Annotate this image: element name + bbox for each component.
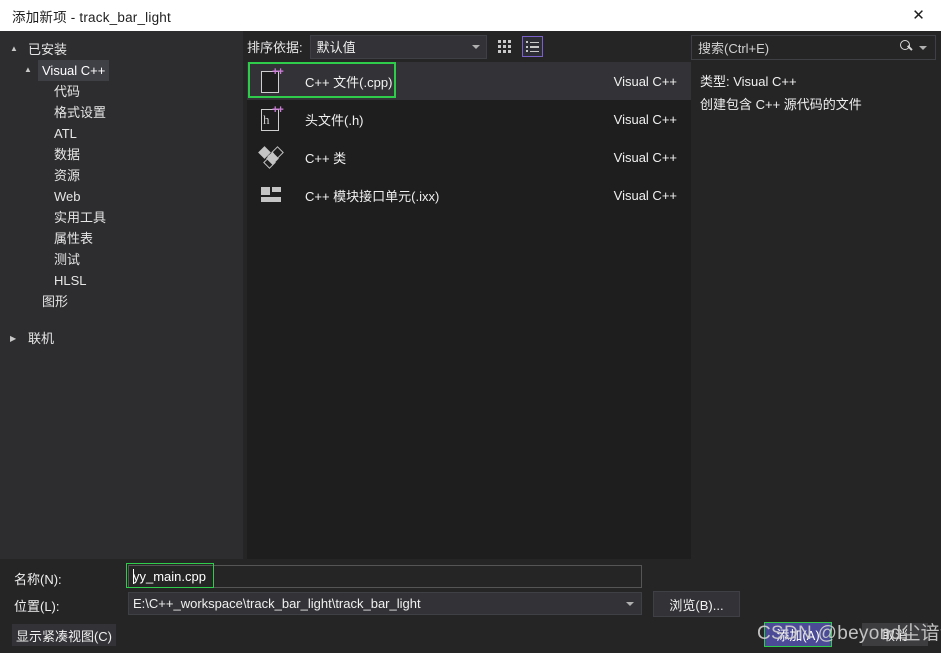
sidebar-item-web[interactable]: Web <box>0 186 243 207</box>
sidebar-item-test[interactable]: 测试 <box>0 249 243 270</box>
name-field-value: yy_main.cpp <box>133 569 206 584</box>
list-item-label: C++ 文件(.cpp) <box>305 74 393 90</box>
sidebar-item-formatting[interactable]: 格式设置 <box>0 102 243 123</box>
sidebar-item-label: 联机 <box>28 331 55 346</box>
sidebar-item-label: 格式设置 <box>54 105 107 120</box>
tree-root-installed[interactable]: ▲ 已安装 <box>0 39 243 60</box>
sidebar-item-label: 数据 <box>54 147 81 162</box>
sidebar-item-code[interactable]: 代码 <box>0 81 243 102</box>
list-item[interactable]: ++ h 头文件(.h) Visual C++ <box>247 100 691 138</box>
sidebar-item-label: Web <box>54 189 81 204</box>
chevron-down-icon[interactable] <box>919 46 927 50</box>
list-item-origin: Visual C++ <box>613 111 677 127</box>
sidebar-item-label: 资源 <box>54 168 81 183</box>
grid-view-icon[interactable] <box>495 37 514 56</box>
cpp-class-icon <box>258 144 285 170</box>
grid-view-glyph <box>497 40 511 53</box>
name-label: 名称(N): <box>14 572 62 587</box>
search-placeholder: 搜索(Ctrl+E) <box>698 41 770 56</box>
sidebar-item-utility[interactable]: 实用工具 <box>0 207 243 228</box>
header-file-icon: ++ h <box>259 105 285 132</box>
installed-tree: ▲ 已安装 ▲ Visual C++ 代码 格式设置 ATL 数据 资源 Web… <box>0 31 243 349</box>
list-view-icon[interactable] <box>521 36 543 57</box>
name-field[interactable]: yy_main.cpp <box>128 565 642 588</box>
sidebar-item-label: 代码 <box>54 84 81 99</box>
chevron-right-icon: ▶ <box>10 334 17 343</box>
text-cursor <box>133 569 134 584</box>
location-value: E:\C++_workspace\track_bar_light\track_b… <box>133 596 421 611</box>
sidebar-item-atl[interactable]: ATL <box>0 123 243 144</box>
cpp-file-icon: ++ <box>259 67 285 94</box>
show-compact-view-button[interactable]: 显示紧凑视图(C) <box>12 624 116 646</box>
details-pane: 类型: Visual C++ 创建包含 C++ 源代码的文件 <box>691 62 941 559</box>
list-item-label: C++ 类 <box>305 150 347 166</box>
chevron-down-icon: ▲ <box>24 65 32 74</box>
list-item-origin: Visual C++ <box>613 73 677 89</box>
chevron-down-icon <box>471 44 480 49</box>
sidebar-item-label: 图形 <box>42 294 69 309</box>
list-item[interactable]: C++ 类 Visual C++ <box>247 138 691 176</box>
sidebar-item-label: 测试 <box>54 252 81 267</box>
close-icon[interactable]: ✕ <box>896 0 941 31</box>
search-input[interactable]: 搜索(Ctrl+E) <box>691 35 936 60</box>
installed-tree-pane: ▲ 已安装 ▲ Visual C++ 代码 格式设置 ATL 数据 资源 Web… <box>0 31 243 559</box>
cancel-button[interactable]: 取消 <box>862 623 928 646</box>
add-button[interactable]: 添加(A) <box>765 623 831 646</box>
browse-button[interactable]: 浏览(B)... <box>653 591 740 617</box>
template-list[interactable]: ++ C++ 文件(.cpp) Visual C++ ++ h 头文件(.h) V… <box>247 62 691 559</box>
sidebar-item-label: HLSL <box>54 273 87 288</box>
sidebar-item-online[interactable]: ▶ 联机 <box>0 328 243 349</box>
tree-root-label: 已安装 <box>28 42 68 57</box>
search-icon <box>900 40 913 53</box>
list-view-glyph <box>525 41 539 52</box>
sidebar-item-graphics[interactable]: 图形 <box>0 291 243 312</box>
sidebar-item-resource[interactable]: 资源 <box>0 165 243 186</box>
list-item[interactable]: ++ C++ 文件(.cpp) Visual C++ <box>247 62 691 100</box>
chevron-down-icon <box>626 601 634 606</box>
list-item[interactable]: C++ 模块接口单元(.ixx) Visual C++ <box>247 176 691 214</box>
detail-type: 类型: Visual C++ <box>700 74 797 89</box>
sidebar-item-label: 属性表 <box>54 231 94 246</box>
sidebar-item-data[interactable]: 数据 <box>0 144 243 165</box>
sort-by-value: 默认值 <box>316 40 356 55</box>
title-bar: 添加新项 - track_bar_light ✕ <box>0 0 941 31</box>
sidebar-item-visual-cpp[interactable]: ▲ Visual C++ <box>0 60 243 81</box>
sidebar-item-hlsl[interactable]: HLSL <box>0 270 243 291</box>
location-label: 位置(L): <box>14 599 60 614</box>
sort-by-dropdown[interactable]: 默认值 <box>309 34 487 59</box>
sort-by-label: 排序依据: <box>247 40 303 55</box>
cpp-module-icon <box>259 182 285 208</box>
sidebar-item-property-sheet[interactable]: 属性表 <box>0 228 243 249</box>
list-item-label: 头文件(.h) <box>305 112 364 128</box>
sidebar-item-label: 实用工具 <box>54 210 107 225</box>
list-item-origin: Visual C++ <box>613 149 677 165</box>
page-title: 添加新项 - track_bar_light <box>12 9 171 25</box>
chevron-down-icon: ▲ <box>10 44 18 53</box>
list-toolbar: 排序依据: 默认值 <box>243 31 691 62</box>
sidebar-item-label: Visual C++ <box>38 60 110 81</box>
location-dropdown[interactable]: E:\C++_workspace\track_bar_light\track_b… <box>128 592 642 615</box>
add-new-item-dialog: 添加新项 - track_bar_light ✕ ▲ 已安装 ▲ Visual … <box>0 0 941 653</box>
list-item-origin: Visual C++ <box>613 187 677 203</box>
sidebar-item-label: ATL <box>54 126 77 141</box>
list-item-label: C++ 模块接口单元(.ixx) <box>305 188 440 204</box>
detail-description: 创建包含 C++ 源代码的文件 <box>700 97 862 112</box>
